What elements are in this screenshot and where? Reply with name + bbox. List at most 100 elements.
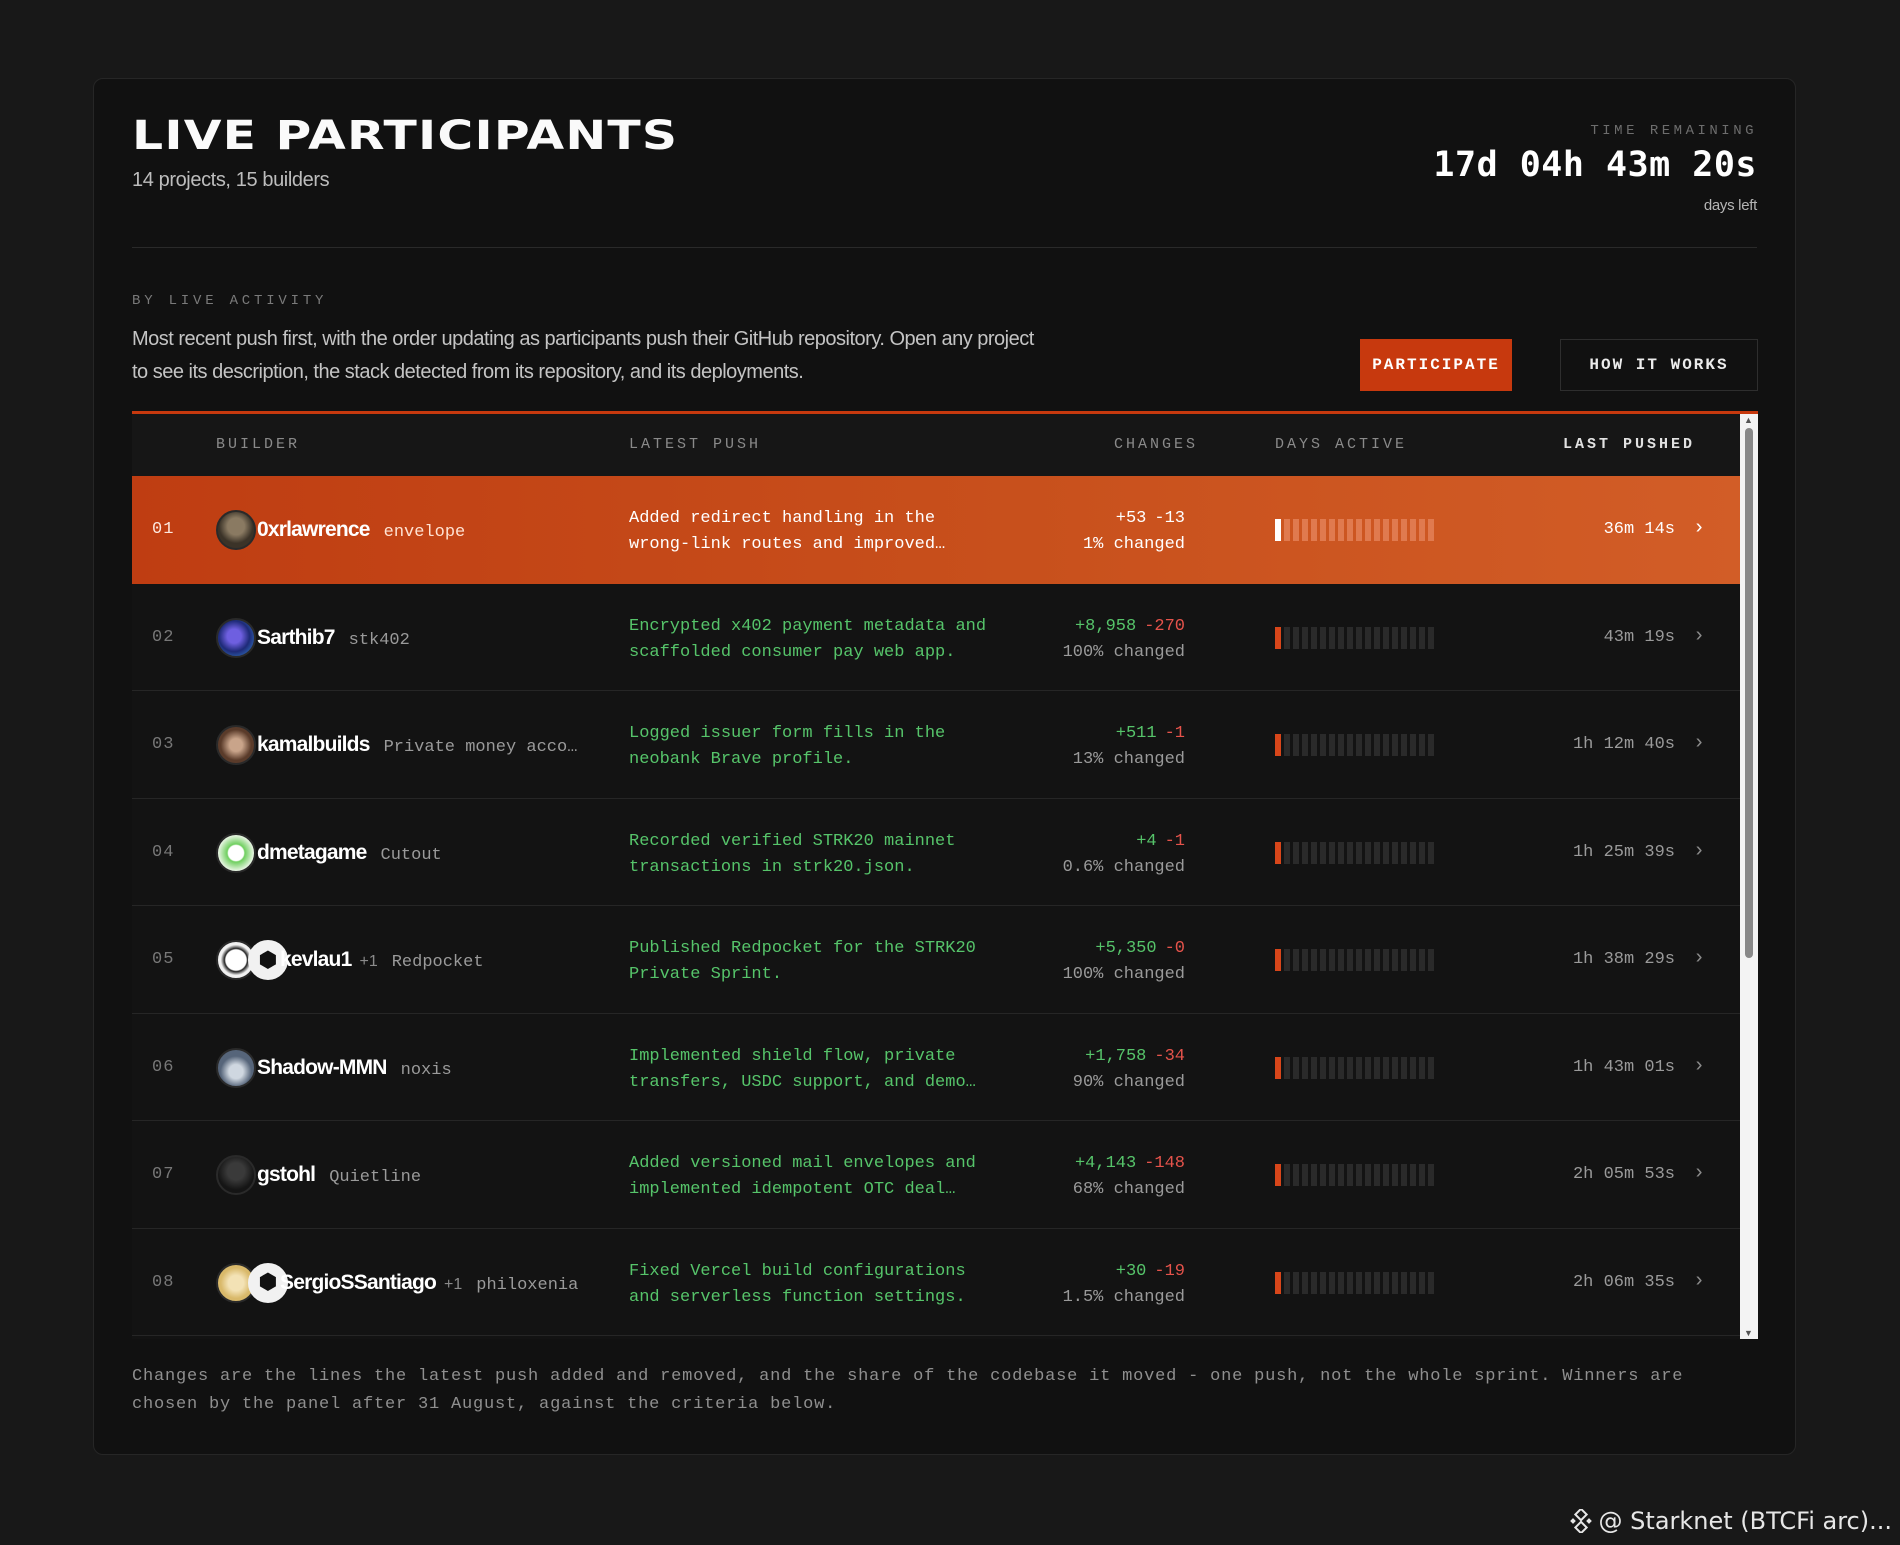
chevron-right-icon[interactable]: › <box>1693 947 1705 970</box>
builder-cell: dmetagame Cutout <box>257 841 442 865</box>
table-row[interactable]: 05 ⬢ kevlau1 +1 Redpocket Published Redp… <box>132 906 1740 1014</box>
day-activity-bar <box>1293 1056 1299 1079</box>
day-activity-bar <box>1338 841 1344 864</box>
lines-added: +511 <box>1115 724 1157 743</box>
column-header-days-active[interactable]: DAYS ACTIVE <box>1275 436 1407 453</box>
lines-added: +5,350 <box>1095 939 1157 958</box>
column-header-changes[interactable]: CHANGES <box>1114 436 1198 453</box>
how-it-works-button[interactable]: HOW IT WORKS <box>1560 339 1758 391</box>
day-activity-bar <box>1356 841 1362 864</box>
day-activity-bar <box>1401 841 1407 864</box>
builder-name[interactable]: kevlau1 <box>280 948 352 972</box>
day-activity-bar <box>1284 1271 1290 1294</box>
day-activity-bar <box>1383 1271 1389 1294</box>
day-activity-bar <box>1347 1164 1353 1186</box>
builder-name[interactable]: Shadow-MMN <box>257 1056 387 1080</box>
builder-name[interactable]: 0xrlawrence <box>257 518 370 542</box>
project-name[interactable]: Cutout <box>381 846 442 865</box>
builder-cell: kevlau1 +1 Redpocket <box>280 948 484 972</box>
project-name[interactable]: philoxenia <box>476 1276 578 1295</box>
table-row[interactable]: 07 gstohl Quietline Added versioned mail… <box>132 1121 1740 1229</box>
builder-avatars <box>216 510 256 550</box>
lines-removed: -148 <box>1144 1154 1185 1173</box>
table-row[interactable]: 06 Shadow-MMN noxis Implemented shield f… <box>132 1014 1740 1121</box>
chevron-right-icon[interactable]: › <box>1693 1055 1705 1078</box>
project-name[interactable]: noxis <box>401 1061 452 1080</box>
chevron-right-icon[interactable]: › <box>1693 517 1705 540</box>
participants-table: BUILDER LATEST PUSH CHANGES DAYS ACTIVE … <box>132 411 1758 1339</box>
days-active-bars <box>1275 841 1434 864</box>
extra-builders-count: +1 <box>444 1275 463 1293</box>
avatar <box>216 725 256 765</box>
lines-removed: -1 <box>1164 831 1185 851</box>
project-name[interactable]: Redpocket <box>392 953 484 972</box>
chevron-right-icon[interactable]: › <box>1693 732 1705 755</box>
day-activity-bar <box>1329 1056 1335 1079</box>
day-activity-bar <box>1392 1271 1398 1294</box>
timer-label: TIME REMAINING <box>1590 123 1757 139</box>
scroll-down-arrow-icon[interactable]: ▼ <box>1744 1328 1753 1338</box>
day-activity-bar <box>1275 1164 1281 1186</box>
project-name[interactable]: envelope <box>384 523 466 542</box>
project-name[interactable]: stk402 <box>349 631 410 650</box>
builder-cell: kamalbuilds Private money acco… <box>257 733 577 757</box>
day-activity-bar <box>1293 1271 1299 1294</box>
days-active-bars <box>1275 1164 1434 1186</box>
latest-push-message: Published Redpocket for the STRK20 Priva… <box>629 939 976 984</box>
day-activity-bar <box>1383 841 1389 864</box>
participate-button[interactable]: PARTICIPATE <box>1360 339 1512 391</box>
day-activity-bar <box>1347 519 1353 541</box>
lines-removed: -13 <box>1154 509 1185 528</box>
builder-name[interactable]: kamalbuilds <box>257 733 370 757</box>
chevron-right-icon[interactable]: › <box>1693 1162 1705 1185</box>
column-header-last-pushed[interactable]: LAST PUSHED <box>1563 436 1695 453</box>
day-activity-bar <box>1392 949 1398 971</box>
scroll-up-arrow-icon[interactable]: ▲ <box>1744 415 1753 425</box>
day-activity-bar <box>1383 519 1389 541</box>
day-activity-bar <box>1356 949 1362 971</box>
table-row[interactable]: 01 0xrlawrence envelope Added redirect h… <box>132 476 1740 584</box>
day-activity-bar <box>1392 626 1398 649</box>
days-active-bars <box>1275 949 1434 971</box>
chevron-right-icon[interactable]: › <box>1693 625 1705 648</box>
table-row[interactable]: 04 dmetagame Cutout Recorded verified ST… <box>132 799 1740 906</box>
builder-name[interactable]: SergioSSantiago <box>280 1271 437 1295</box>
column-header-latest-push[interactable]: LATEST PUSH <box>629 436 761 453</box>
table-row[interactable]: 03 kamalbuilds Private money acco… Logge… <box>132 691 1740 799</box>
last-pushed-time: 36m 14s <box>1603 520 1675 539</box>
last-pushed-time: 1h 25m 39s <box>1572 842 1675 862</box>
column-header-builder[interactable]: BUILDER <box>216 436 300 453</box>
chevron-right-icon[interactable]: › <box>1693 1270 1705 1293</box>
day-activity-bar <box>1365 519 1371 541</box>
day-activity-bar <box>1374 949 1380 971</box>
day-activity-bar <box>1293 841 1299 864</box>
table-row[interactable]: 02 Sarthib7 stk402 Encrypted x402 paymen… <box>132 584 1740 691</box>
chevron-right-icon[interactable]: › <box>1693 840 1705 863</box>
day-activity-bar <box>1374 626 1380 649</box>
scrollbar-thumb[interactable] <box>1745 428 1753 958</box>
day-activity-bar <box>1338 1271 1344 1294</box>
day-activity-bar <box>1275 1271 1281 1294</box>
percent-changed: 0.6% changed <box>1062 857 1185 877</box>
day-activity-bar <box>1356 734 1362 756</box>
lines-removed: -270 <box>1144 616 1185 636</box>
table-scrollbar[interactable]: ▲ ▼ <box>1740 414 1758 1339</box>
project-name[interactable]: Quietline <box>329 1168 421 1187</box>
project-name[interactable]: Private money acco… <box>384 738 578 757</box>
day-activity-bar <box>1410 734 1416 756</box>
changes-cell: +511 -1 13% changed <box>1073 721 1185 773</box>
builder-name[interactable]: dmetagame <box>257 841 367 865</box>
day-activity-bar <box>1284 734 1290 756</box>
table-row[interactable]: 08 ⬢ SergioSSantiago +1 philoxenia Fixed… <box>132 1229 1740 1336</box>
day-activity-bar <box>1311 519 1317 541</box>
lines-added: +4,143 <box>1074 1154 1137 1173</box>
day-activity-bar <box>1410 1271 1416 1294</box>
row-rank: 06 <box>152 1057 175 1077</box>
day-activity-bar <box>1293 626 1299 649</box>
builder-name[interactable]: Sarthib7 <box>257 626 335 650</box>
day-activity-bar <box>1428 1056 1434 1079</box>
lines-added: +4 <box>1136 831 1157 851</box>
day-activity-bar <box>1338 519 1344 541</box>
builder-name[interactable]: gstohl <box>257 1163 316 1187</box>
lines-added: +8,958 <box>1074 616 1137 636</box>
